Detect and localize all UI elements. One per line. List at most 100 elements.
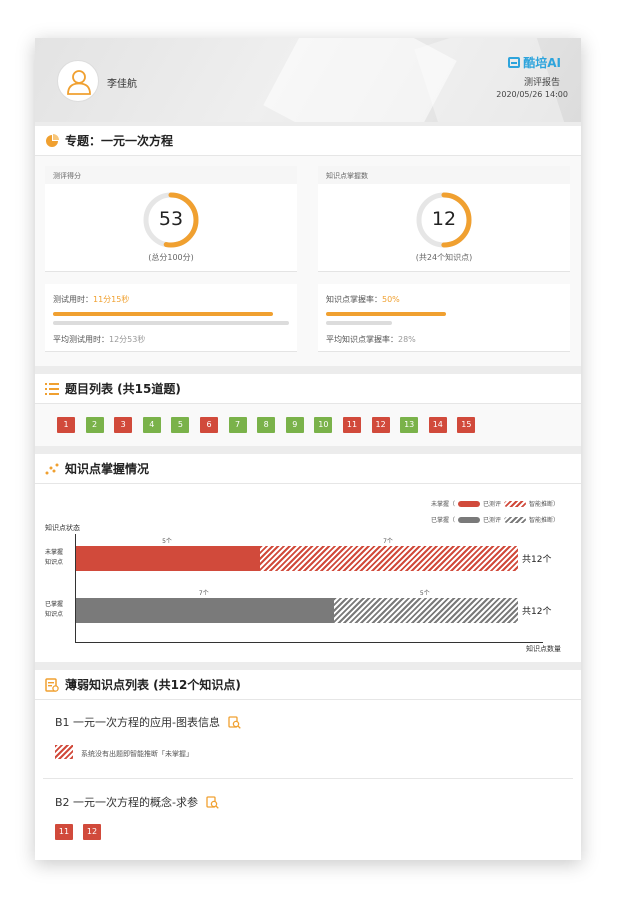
legend-tested-label: 已测评 (482, 517, 501, 524)
score-card: 测评得分 53 (总分100分) (45, 166, 297, 272)
x-axis (75, 642, 543, 643)
mastery-section-title: 知识点掌握情况 (35, 454, 581, 484)
mastery-chart: 未掌握（ 已测评 智能推断） 已掌握（ 已测评 智能推断） 知识点状态 知识点数… (35, 484, 581, 662)
legend-red-solid (457, 500, 480, 507)
bar-tested (76, 546, 261, 571)
bar-tested-label: 5个 (162, 538, 172, 545)
question-button[interactable]: 14 (428, 417, 447, 433)
question-button[interactable]: 3 (114, 417, 133, 433)
y-axis-label: 知识点状态 (45, 524, 80, 532)
question-button[interactable]: 6 (200, 417, 218, 433)
username: 李佳航 (107, 79, 137, 90)
weak-kp-item[interactable]: B2 一元一次方程的概念-求参 (55, 794, 219, 810)
question-button[interactable]: 5 (171, 417, 190, 433)
search-document-icon[interactable] (206, 795, 219, 809)
question-button[interactable]: 11 (55, 824, 73, 840)
weak-list: B1 一元一次方程的应用-图表信息 系统没有出题即智能推断「未掌握」 B2 一元… (35, 700, 581, 860)
legend-tested-label: 已测评 (482, 501, 501, 508)
question-button[interactable]: 7 (228, 417, 247, 433)
inferred-note: 系统没有出题即智能推断「未掌握」 (81, 750, 193, 758)
category-label: 未掌握 知识点 (45, 548, 63, 568)
topic-section-title: 专题：一元一次方程 (35, 126, 581, 156)
category-label-line: 未掌握 (45, 549, 64, 556)
bar-tested-label: 7个 (198, 590, 209, 597)
bar-inferred-label: 7个 (383, 538, 393, 545)
avg-time: 平均测试用时：12分53秒 (53, 334, 145, 345)
test-time: 测试用时：11分15秒 (53, 294, 129, 305)
question-button[interactable]: 12 (371, 417, 390, 433)
divider (43, 778, 573, 779)
question-section-title: 题目列表 (共15道题) (35, 374, 581, 404)
question-button[interactable]: 2 (85, 417, 104, 433)
user-icon (67, 70, 91, 95)
legend-red-hatch (503, 500, 526, 507)
score-card-head: 测评得分 (45, 166, 297, 184)
question-button[interactable]: 9 (285, 417, 304, 433)
pie-chart-icon (46, 133, 59, 147)
report-label: 测评报告 (523, 78, 560, 88)
rate-card: 知识点掌握率：50% 平均知识点掌握率：28% (318, 284, 570, 352)
question-button[interactable]: 1 (57, 417, 75, 433)
question-button[interactable]: 13 (400, 417, 419, 433)
list-icon (45, 382, 59, 395)
brand-name: 酷培AI (523, 56, 561, 70)
report-page: 李佳航 酷培AI 测评报告 2020/05/26 14:00 专题：一元一次方程… (35, 38, 581, 860)
question-button[interactable]: 8 (257, 417, 276, 433)
legend-inferred-label: 智能推断） (528, 501, 559, 508)
category-label-line: 知识点 (45, 611, 64, 618)
bar-inferred-label: 5个 (419, 590, 430, 597)
brand-icon (508, 57, 521, 68)
legend-mastered: 已掌握（ 已测评 智能推断） (431, 515, 559, 524)
legend-gray-solid (457, 516, 480, 523)
bar-inferred (260, 546, 518, 571)
legend-unmastered-label: 未掌握（ (430, 501, 455, 508)
question-button[interactable]: 10 (314, 417, 333, 433)
x-axis-label: 知识点数量 (526, 645, 561, 653)
mastery-rate-value: 50% (382, 295, 400, 304)
scatter-icon (45, 463, 59, 474)
legend-gray-hatch (503, 516, 526, 523)
bar-tested (76, 598, 334, 623)
weak-section-title: 薄弱知识点列表 (共12个知识点) (35, 670, 581, 700)
score-total: (总分100分) (148, 253, 194, 262)
category-label-line: 知识点 (45, 559, 64, 566)
mastery-rate: 知识点掌握率：50% (326, 294, 400, 305)
avg-rate-value: 28% (398, 335, 416, 344)
avg-rate-bar (326, 321, 392, 325)
question-button[interactable]: 4 (142, 417, 161, 433)
report-header: 李佳航 酷培AI 测评报告 2020/05/26 14:00 (35, 38, 581, 122)
legend-mastered-label: 已掌握（ (430, 517, 455, 524)
category-label-line: 已掌握 (45, 601, 64, 608)
mastery-title: 知识点掌握情况 (65, 462, 150, 476)
avatar[interactable] (57, 60, 99, 102)
score-value: 53 (158, 208, 184, 230)
kp-value: 12 (431, 208, 457, 230)
avg-rate-label: 平均知识点掌握率： (326, 335, 398, 344)
mastery-rate-bar (326, 312, 446, 316)
search-document-icon[interactable] (228, 715, 241, 729)
kp-total: (共24个知识点) (415, 253, 473, 262)
brand-logo: 酷培AI (508, 54, 561, 71)
weak-kp-title: B1 一元一次方程的应用-图表信息 (55, 716, 221, 729)
inferred-hatch-swatch (55, 745, 73, 759)
weak-kp-title: B2 一元一次方程的概念-求参 (55, 796, 199, 809)
avg-mastery-rate: 平均知识点掌握率：28% (326, 334, 416, 345)
weak-kp-item[interactable]: B1 一元一次方程的应用-图表信息 (55, 714, 241, 730)
bar-total-label: 共12个 (522, 607, 552, 617)
avg-time-bar (53, 321, 289, 325)
bar-inferred (333, 598, 518, 623)
kp-count-card: 知识点掌握数 12 (共24个知识点) (318, 166, 570, 272)
test-time-value: 11分15秒 (93, 295, 130, 304)
report-document-icon (45, 677, 59, 692)
question-list: 1 2 3 4 5 6 7 8 9 10 11 12 13 14 15 (35, 404, 581, 446)
legend-inferred-label: 智能推断） (528, 517, 559, 524)
test-time-bar (53, 312, 273, 316)
question-button[interactable]: 11 (343, 417, 361, 433)
avg-time-label: 平均测试用时： (53, 335, 109, 344)
test-time-label: 测试用时： (53, 295, 93, 304)
question-button[interactable]: 12 (83, 824, 101, 840)
category-label: 已掌握 知识点 (45, 600, 63, 620)
question-button[interactable]: 15 (457, 417, 476, 433)
question-list-title: 题目列表 (共15道题) (65, 382, 181, 396)
weak-list-title: 薄弱知识点列表 (共12个知识点) (65, 678, 241, 692)
